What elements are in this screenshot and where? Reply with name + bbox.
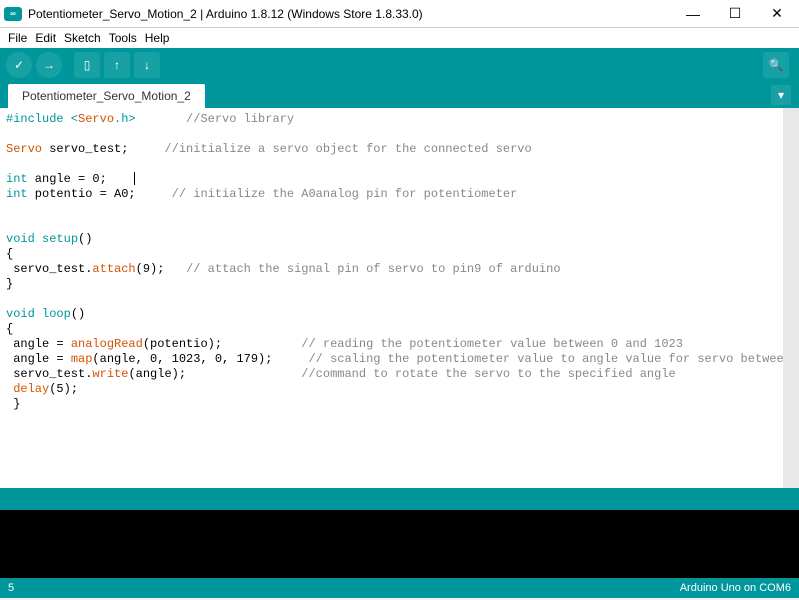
code-editor[interactable]: #include <Servo.h> //Servo library Servo… [0, 108, 799, 488]
message-bar [0, 488, 799, 510]
menubar: File Edit Sketch Tools Help [0, 28, 799, 48]
code-text: angle = [6, 337, 71, 351]
code-text: map [71, 352, 93, 366]
code-text: } [6, 397, 20, 411]
code-text: int [6, 172, 28, 186]
code-text: #include < [6, 112, 78, 126]
code-text: (5); [49, 382, 164, 396]
menu-tools[interactable]: Tools [105, 31, 141, 45]
code-comment: // reading the potentiometer value betwe… [301, 337, 683, 351]
statusbar: 5 Arduino Uno on COM6 [0, 578, 799, 598]
search-icon: 🔍 [769, 58, 784, 72]
menu-help[interactable]: Help [141, 31, 174, 45]
window-controls: — ☐ ✕ [681, 2, 789, 26]
upload-button[interactable]: → [36, 52, 62, 78]
minimize-button[interactable]: — [681, 2, 705, 26]
code-text: (angle, 0, 1023, 0, 179); [92, 352, 308, 366]
code-text: angle = [6, 352, 71, 366]
code-text: Servo [6, 142, 42, 156]
code-text: (angle); [128, 367, 301, 381]
code-text: (potentio); [143, 337, 301, 351]
check-icon: ✓ [14, 58, 24, 72]
code-text: setup [42, 232, 78, 246]
code-comment: //Servo library [136, 112, 294, 126]
code-text: attach [92, 262, 135, 276]
tab-sketch[interactable]: Potentiometer_Servo_Motion_2 [8, 84, 205, 108]
code-text [35, 232, 42, 246]
code-text: loop [42, 307, 71, 321]
code-comment: // scaling the potentiometer value to an… [308, 352, 799, 366]
menu-file[interactable]: File [4, 31, 31, 45]
file-icon: ▯ [84, 58, 91, 72]
code-comment: // initialize the A0analog pin for poten… [172, 187, 518, 201]
arduino-logo-icon: ∞ [4, 7, 22, 21]
menu-edit[interactable]: Edit [31, 31, 60, 45]
code-text: Servo [78, 112, 114, 126]
code-text: () [71, 307, 85, 321]
code-text: delay [13, 382, 49, 396]
arrow-down-icon: ↓ [144, 58, 150, 72]
code-text: (9); [136, 262, 186, 276]
code-text: write [92, 367, 128, 381]
code-text: void [6, 232, 35, 246]
code-text: servo_test. [6, 367, 92, 381]
close-button[interactable]: ✕ [765, 2, 789, 26]
toolbar: ✓ → ▯ ↑ ↓ 🔍 [0, 48, 799, 82]
code-text: int [6, 187, 28, 201]
serial-monitor-button[interactable]: 🔍 [763, 52, 789, 78]
code-text: { [6, 322, 13, 336]
text-cursor [134, 172, 135, 185]
status-line-number: 5 [8, 582, 680, 594]
code-text: } [6, 277, 13, 291]
code-comment: // attach the signal pin of servo to pin… [186, 262, 560, 276]
verify-button[interactable]: ✓ [6, 52, 32, 78]
window-title: Potentiometer_Servo_Motion_2 | Arduino 1… [28, 7, 681, 21]
code-text [35, 307, 42, 321]
arrow-right-icon: → [43, 58, 55, 72]
tabbar: Potentiometer_Servo_Motion_2 ▾ [0, 82, 799, 108]
code-text: servo_test. [6, 262, 92, 276]
code-text: angle = 0; [28, 172, 129, 186]
console-output[interactable] [0, 510, 799, 578]
maximize-button[interactable]: ☐ [723, 2, 747, 26]
code-comment: //initialize a servo object for the conn… [164, 142, 538, 156]
code-text: void [6, 307, 35, 321]
code-comment: //command to rotate the servo to the spe… [301, 367, 675, 381]
chevron-down-icon: ▾ [778, 88, 784, 102]
code-text: { [6, 247, 13, 261]
arrow-up-icon: ↑ [114, 58, 120, 72]
open-sketch-button[interactable]: ↑ [104, 52, 130, 78]
menu-sketch[interactable]: Sketch [60, 31, 105, 45]
status-board-port: Arduino Uno on COM6 [680, 582, 791, 594]
code-text: servo_test; [42, 142, 164, 156]
code-text: potentio = A0; [28, 187, 172, 201]
code-text: .h> [114, 112, 136, 126]
code-text: () [78, 232, 92, 246]
code-text: analogRead [71, 337, 143, 351]
window-titlebar: ∞ Potentiometer_Servo_Motion_2 | Arduino… [0, 0, 799, 28]
new-sketch-button[interactable]: ▯ [74, 52, 100, 78]
tab-menu-button[interactable]: ▾ [771, 85, 791, 105]
save-sketch-button[interactable]: ↓ [134, 52, 160, 78]
